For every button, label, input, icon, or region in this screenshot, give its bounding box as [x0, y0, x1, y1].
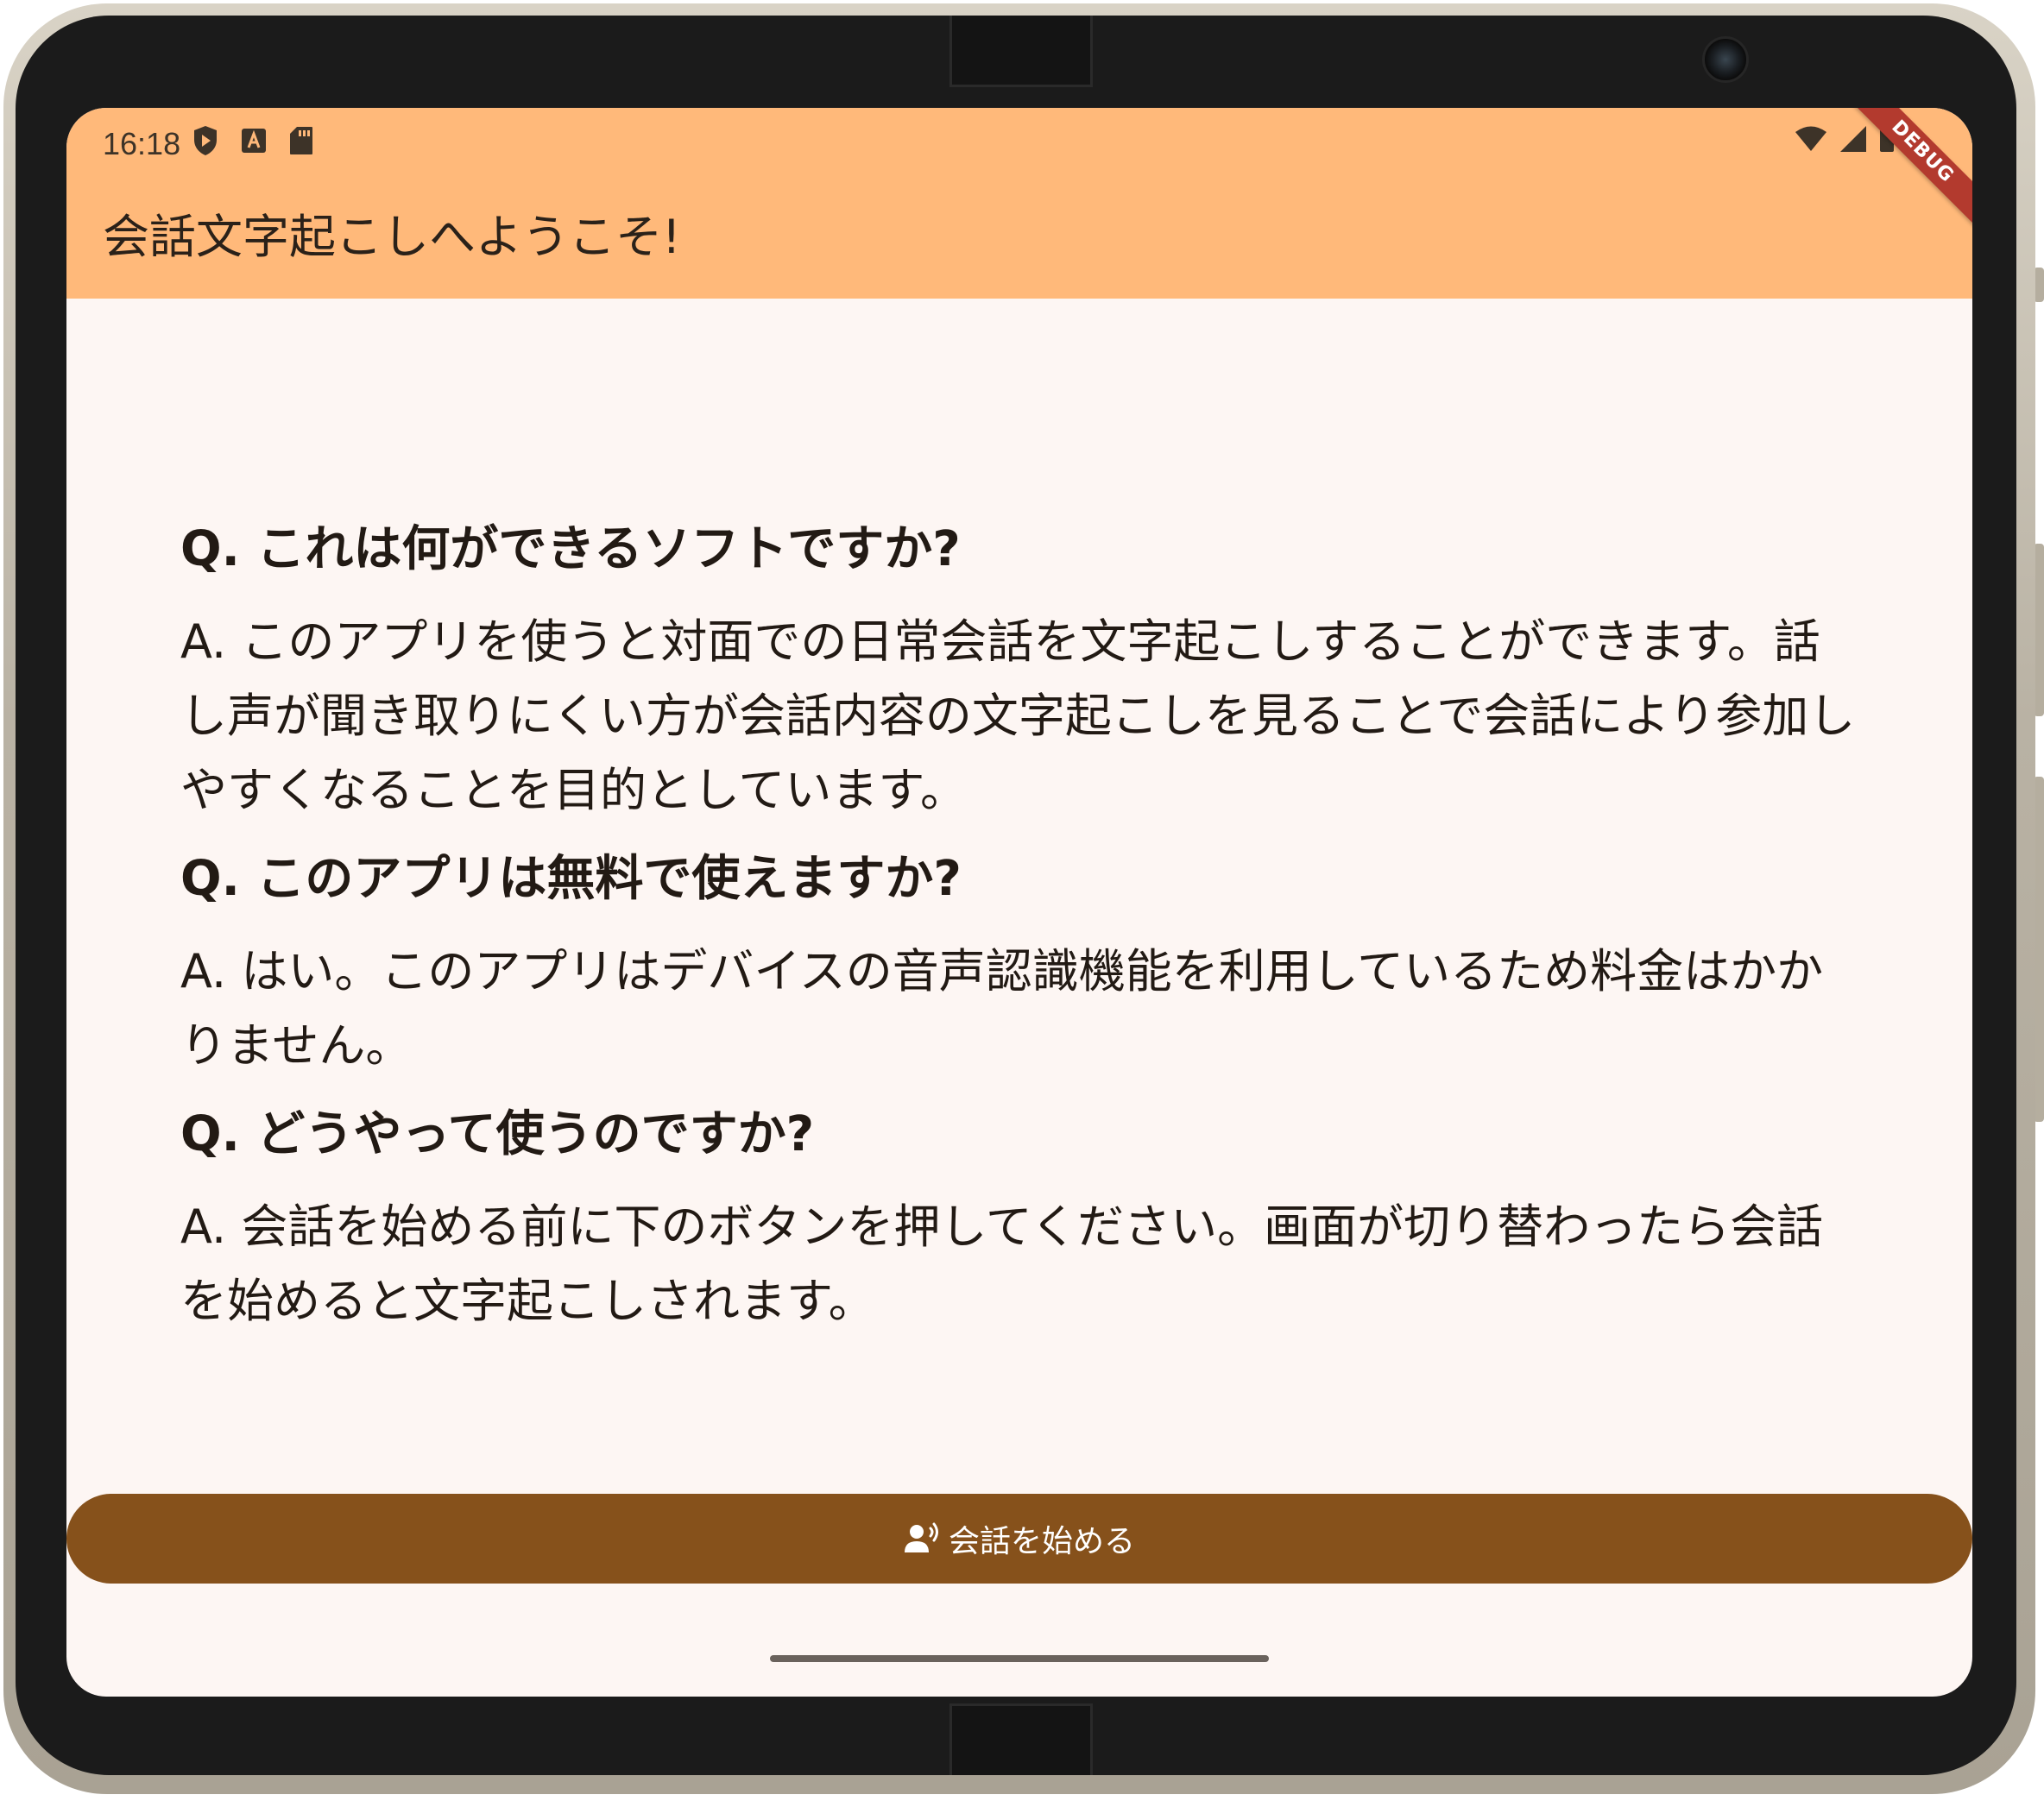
faq-section: Q. これは何ができるソフトですか? A. このアプリを使うと対面での日常会話を… [180, 513, 1864, 1354]
foldable-device: 16:18 会話文字起こしへようこそ! DEBUG Q. これは何ができるソフト… [0, 0, 2044, 1801]
faq-item: Q. これは何ができるソフトですか? A. このアプリを使うと対面での日常会話を… [180, 513, 1864, 828]
front-camera [1702, 36, 1749, 83]
page-title: 会話文字起こしへようこそ! [103, 210, 681, 264]
start-button-label: 会話を始める [948, 1524, 1135, 1559]
app-a-icon [241, 128, 267, 157]
faq-answer: A. はい。このアプリはデバイスの音声認識機能を利用しているため料金はかかりませ… [180, 944, 1824, 1073]
device-hinge-bottom [949, 1703, 1093, 1775]
record-voice-icon [904, 1521, 943, 1557]
faq-answer: A. このアプリを使うと対面での日常会話を文字起こしすることができます。話し声が… [180, 614, 1856, 817]
wifi-icon [1795, 126, 1827, 155]
faq-question: Q. これは何ができるソフトですか? [180, 521, 961, 577]
faq-answer: A. 会話を始める前に下のボタンを押してください。画面が切り替わったら会話を始め… [180, 1200, 1824, 1328]
faq-question: Q. どうやって使うのですか? [180, 1106, 815, 1162]
status-time: 16:18 [103, 126, 181, 161]
faq-item: Q. このアプリは無料で使えますか? A. はい。このアプリはデバイスの音声認識… [180, 843, 1864, 1083]
sd-card-icon [289, 126, 313, 159]
device-hinge-top [949, 16, 1093, 87]
home-indicator[interactable] [770, 1655, 1269, 1662]
app-screen: 16:18 会話文字起こしへようこそ! DEBUG Q. これは何ができるソフト… [66, 108, 1972, 1697]
status-icons-left [192, 125, 313, 160]
signal-icon [1839, 125, 1867, 156]
start-conversation-button[interactable]: 会話を始める [66, 1494, 1972, 1584]
faq-question: Q. このアプリは無料で使えますか? [180, 851, 962, 907]
faq-item: Q. どうやって使うのですか? A. 会話を始める前に下のボタンを押してください… [180, 1099, 1864, 1338]
app-bar: 16:18 会話文字起こしへようこそ! DEBUG [66, 108, 1972, 299]
play-protect-icon [192, 125, 218, 160]
